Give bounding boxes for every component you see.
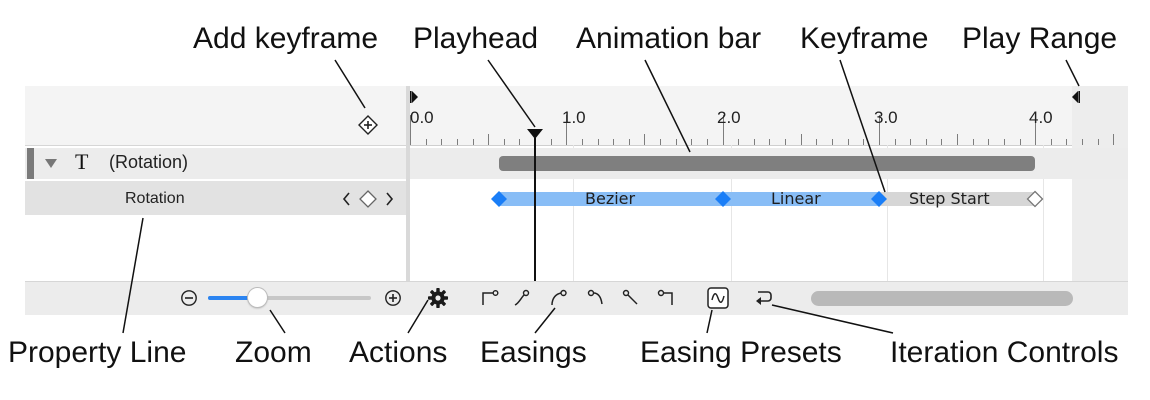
disclosure-triangle-icon[interactable] [44, 156, 58, 170]
ruler-tick [644, 134, 645, 145]
playhead[interactable] [526, 128, 544, 281]
callout-play-range: Play Range [962, 22, 1118, 55]
text-layer-icon: T [75, 149, 89, 174]
play-range-start-icon[interactable] [408, 90, 420, 104]
track-group-title: (Rotation) [109, 152, 189, 172]
ruler-tick [582, 139, 583, 145]
ruler-tick [926, 139, 927, 145]
ruler-label: 2.0 [717, 108, 741, 127]
ruler-tick [660, 139, 661, 145]
keyframe-diamond[interactable] [870, 190, 888, 208]
easing-ease-in-icon[interactable] [512, 288, 532, 308]
ruler-tick [551, 139, 552, 145]
callout-property-line: Property Line [8, 336, 187, 369]
zoom-slider-thumb[interactable] [248, 288, 267, 307]
ruler-tick [863, 139, 864, 145]
keyframe-diamond-empty[interactable] [1026, 190, 1044, 208]
ruler-label: 0.0 [410, 108, 434, 127]
easing-linear-icon[interactable] [621, 288, 641, 308]
ruler-tick [1082, 139, 1083, 145]
keyframe-diamond[interactable] [714, 190, 732, 208]
ruler-tick [816, 139, 817, 145]
iteration-loop-icon[interactable] [752, 288, 774, 308]
ruler-tick [769, 139, 770, 145]
ruler-tick [691, 139, 692, 145]
ruler-tick [738, 139, 739, 145]
ruler-tick [426, 139, 427, 145]
ruler-tick [613, 139, 614, 145]
ruler-tick [1066, 139, 1067, 145]
callout-playhead: Playhead [413, 22, 539, 55]
ruler-tick [973, 139, 974, 145]
ruler-tick [504, 139, 505, 145]
ruler-label: 3.0 [874, 108, 898, 127]
ruler-tick [1051, 139, 1052, 145]
ruler-tick [473, 139, 474, 145]
easing-ease-in-out-icon[interactable] [586, 288, 606, 308]
ruler-tick [1113, 134, 1114, 145]
callout-zoom: Zoom [235, 336, 312, 369]
ruler-tick [629, 139, 630, 145]
easing-step-end-icon[interactable] [656, 288, 676, 308]
timeline-scrollbar[interactable] [811, 291, 1073, 306]
easing-ease-out-icon[interactable] [549, 288, 569, 308]
segment-label: Step Start [909, 189, 990, 208]
ruler-tick [754, 139, 755, 145]
ruler-tick [801, 134, 802, 145]
ruler-tick [910, 139, 911, 145]
add-keyframe-icon[interactable] [357, 114, 379, 136]
timeline-panel: 0.0 1.0 2.0 3.0 4.0 T (Rotation) Rotatio… [25, 86, 1128, 315]
ruler-tick [1098, 139, 1099, 145]
ruler-tick [598, 139, 599, 145]
ruler-tick [1004, 139, 1005, 145]
easing-segment-step-start[interactable]: Step Start [879, 189, 1035, 208]
ruler-tick [707, 139, 708, 145]
easing-step-start-icon[interactable] [480, 288, 500, 308]
ruler-tick [441, 139, 442, 145]
ruler-label: 4.0 [1029, 108, 1053, 127]
property-name: Rotation [125, 190, 185, 207]
gear-icon[interactable] [427, 287, 449, 309]
animation-bar[interactable] [499, 156, 1035, 171]
ruler-tick [488, 134, 489, 145]
callout-iteration-controls: Iteration Controls [890, 336, 1119, 369]
playhead-line [534, 138, 536, 281]
callout-add-keyframe: Add keyframe [193, 22, 379, 55]
callout-easing-presets: Easing Presets [640, 336, 842, 369]
ruler-tick [848, 139, 849, 145]
play-range-end-icon[interactable] [1070, 90, 1082, 104]
ruler-tick [519, 139, 520, 145]
ruler-tick [457, 139, 458, 145]
ruler-tick [785, 139, 786, 145]
ruler-tick [941, 139, 942, 145]
timeline-toolbar [25, 281, 1128, 315]
ruler-label: 1.0 [562, 108, 586, 127]
segment-label: Linear [771, 189, 821, 208]
ruler-tick [957, 134, 958, 145]
ruler-tick [676, 139, 677, 145]
ruler-tick [988, 139, 989, 145]
easing-presets-icon[interactable] [706, 286, 730, 310]
keyframe-navigator[interactable] [341, 189, 395, 209]
zoom-in-icon[interactable] [384, 289, 402, 307]
ruler-tick [832, 139, 833, 145]
track-color-strip [27, 148, 34, 179]
callout-keyframe: Keyframe [800, 22, 929, 55]
easing-segment-linear[interactable]: Linear [723, 189, 879, 208]
segment-label: Bezier [585, 189, 636, 208]
zoom-slider[interactable] [208, 288, 371, 307]
zoom-out-icon[interactable] [180, 289, 198, 307]
callout-animation-bar: Animation bar [576, 22, 762, 55]
callout-easings: Easings [480, 336, 587, 369]
callout-actions: Actions [349, 336, 448, 369]
ruler-tick [1020, 139, 1021, 145]
keyframe-diamond[interactable] [490, 190, 508, 208]
ruler-tick [895, 139, 896, 145]
